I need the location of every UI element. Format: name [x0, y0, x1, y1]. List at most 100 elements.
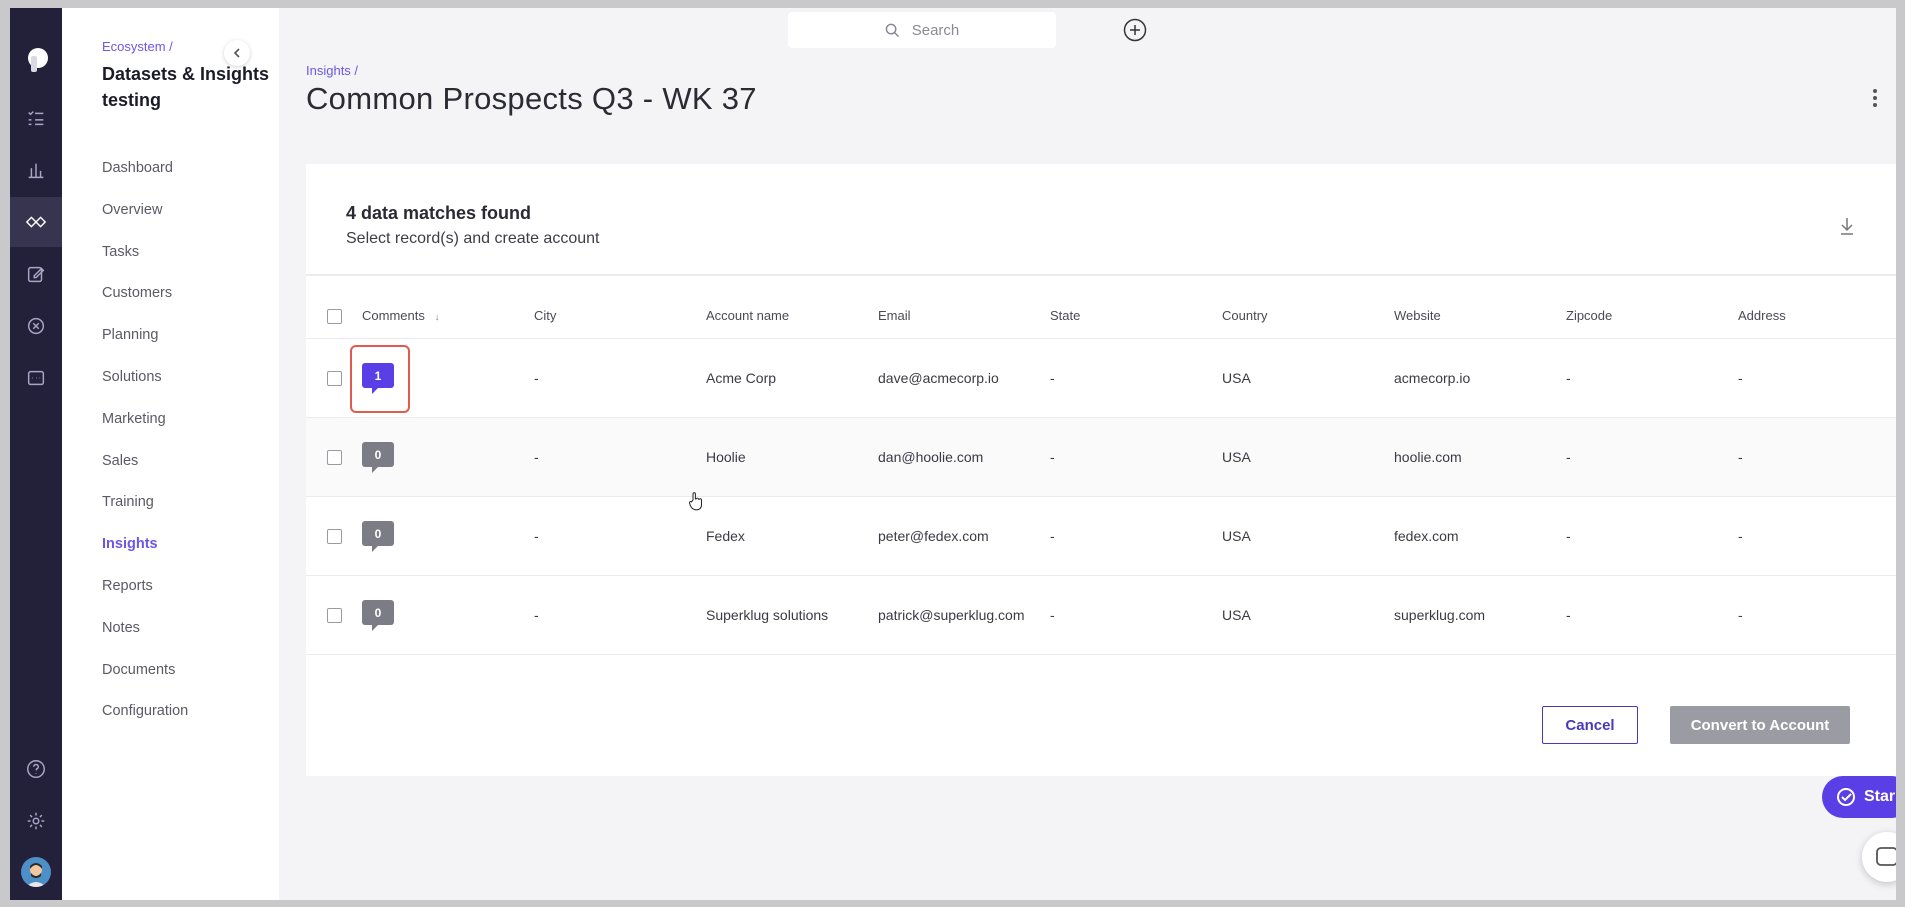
- cell-country: USA: [1222, 370, 1251, 386]
- add-icon[interactable]: [1123, 18, 1147, 42]
- start-label: Star: [1864, 788, 1896, 805]
- cell-website: hoolie.com: [1394, 449, 1462, 465]
- cell-email: dave@acmecorp.io: [878, 370, 999, 386]
- table-header: Comments ↓ City Account name Email State…: [306, 292, 1896, 339]
- avatar[interactable]: [21, 857, 51, 887]
- cell-account-name: Hoolie: [706, 449, 746, 465]
- column-header-city[interactable]: City: [534, 308, 556, 323]
- table-row[interactable]: 0 - Fedex peter@fedex.com - USA fedex.co…: [306, 497, 1896, 576]
- sidebar-item-tasks[interactable]: Tasks: [102, 242, 188, 284]
- row-checkbox[interactable]: [327, 529, 342, 544]
- cell-zipcode: -: [1566, 370, 1571, 386]
- cell-state: -: [1050, 449, 1055, 465]
- sidebar-item-reports[interactable]: Reports: [102, 576, 188, 618]
- column-header-zipcode[interactable]: Zipcode: [1566, 308, 1612, 323]
- check-circle-icon: [1837, 788, 1855, 806]
- chevron-left-icon: [233, 48, 240, 58]
- column-header-country[interactable]: Country: [1222, 308, 1268, 323]
- comments-button[interactable]: 0: [362, 442, 394, 473]
- app-window: Ecosystem / Datasets & Insights testing …: [10, 8, 1896, 900]
- card-header: 4 data matches found Select record(s) an…: [306, 164, 1896, 276]
- cell-account-name: Superklug solutions: [706, 607, 829, 623]
- comment-count-badge: 0: [362, 521, 394, 552]
- cell-address: -: [1738, 449, 1743, 465]
- chat-launcher-button[interactable]: [1862, 832, 1896, 882]
- sidebar-item-overview[interactable]: Overview: [102, 200, 188, 242]
- cell-city: -: [534, 607, 539, 623]
- cell-email: peter@fedex.com: [878, 528, 989, 544]
- download-icon[interactable]: [1838, 216, 1856, 236]
- nav-breadcrumb[interactable]: Ecosystem /: [102, 39, 173, 54]
- cell-website: acmecorp.io: [1394, 370, 1471, 386]
- ecosystem-icon[interactable]: [10, 197, 62, 247]
- select-all-checkbox[interactable]: [327, 309, 342, 324]
- column-header-email[interactable]: Email: [878, 308, 911, 323]
- tasks-list-icon[interactable]: [10, 93, 62, 143]
- sidebar-item-notes[interactable]: Notes: [102, 618, 188, 660]
- sidebar-item-marketing[interactable]: Marketing: [102, 409, 188, 451]
- matches-table: Comments ↓ City Account name Email State…: [306, 292, 1896, 655]
- cell-state: -: [1050, 607, 1055, 623]
- search-placeholder: Search: [911, 21, 960, 39]
- collapse-sidebar-button[interactable]: [224, 40, 250, 66]
- convert-to-account-button[interactable]: Convert to Account: [1670, 706, 1850, 744]
- sidebar-item-planning[interactable]: Planning: [102, 325, 188, 367]
- column-header-address[interactable]: Address: [1738, 308, 1786, 323]
- cancel-button[interactable]: Cancel: [1542, 706, 1638, 744]
- page-breadcrumb[interactable]: Insights /: [306, 63, 358, 78]
- cell-country: USA: [1222, 449, 1251, 465]
- cell-country: USA: [1222, 528, 1251, 544]
- table-row[interactable]: 0 - Hoolie dan@hoolie.com - USA hoolie.c…: [306, 418, 1896, 497]
- comment-count-badge: 0: [362, 600, 394, 631]
- comment-count-badge: 1: [362, 363, 394, 394]
- side-nav: Ecosystem / Datasets & Insights testing …: [62, 8, 279, 900]
- cell-email: patrick@superklug.com: [878, 607, 1025, 623]
- table-row[interactable]: 1 - Acme Corp dave@acmecorp.io - USA acm…: [306, 339, 1896, 418]
- table-row[interactable]: 0 - Superklug solutions patrick@superklu…: [306, 576, 1896, 655]
- sidebar-item-solutions[interactable]: Solutions: [102, 367, 188, 409]
- row-checkbox[interactable]: [327, 608, 342, 623]
- column-header-website[interactable]: Website: [1394, 308, 1441, 323]
- chart-icon[interactable]: [10, 145, 62, 195]
- sidebar-item-configuration[interactable]: Configuration: [102, 701, 188, 743]
- cell-state: -: [1050, 528, 1055, 544]
- page-title: Common Prospects Q3 - WK 37: [306, 81, 757, 116]
- chat-icon: [1876, 847, 1896, 866]
- sidebar-item-training[interactable]: Training: [102, 492, 188, 534]
- cell-zipcode: -: [1566, 528, 1571, 544]
- comments-button[interactable]: 0: [362, 600, 394, 631]
- column-header-account-name[interactable]: Account name: [706, 308, 789, 323]
- dashboard-icon[interactable]: [10, 353, 62, 403]
- sidebar-item-documents[interactable]: Documents: [102, 660, 188, 702]
- sidebar-item-sales[interactable]: Sales: [102, 451, 188, 493]
- hand-cursor-icon: [689, 492, 702, 511]
- cell-website: fedex.com: [1394, 528, 1459, 544]
- nav-list: Dashboard Overview Tasks Customers Plann…: [102, 158, 188, 743]
- comments-button[interactable]: 1: [362, 363, 394, 394]
- more-options-icon[interactable]: [1872, 88, 1878, 108]
- start-checklist-button[interactable]: Star: [1822, 776, 1896, 818]
- column-header-comments[interactable]: Comments ↓: [362, 308, 439, 323]
- icon-rail: [10, 8, 62, 900]
- help-icon[interactable]: [10, 744, 62, 794]
- column-header-state[interactable]: State: [1050, 308, 1080, 323]
- row-checkbox[interactable]: [327, 450, 342, 465]
- comments-button[interactable]: 0: [362, 521, 394, 552]
- logo-icon[interactable]: [22, 46, 50, 74]
- matches-heading: 4 data matches found: [346, 203, 532, 223]
- edit-icon[interactable]: [10, 249, 62, 299]
- sidebar-item-customers[interactable]: Customers: [102, 283, 188, 325]
- cell-account-name: Fedex: [706, 528, 745, 544]
- cell-email: dan@hoolie.com: [878, 449, 984, 465]
- settings-icon[interactable]: [10, 796, 62, 846]
- cell-website: superklug.com: [1394, 607, 1486, 623]
- cell-country: USA: [1222, 607, 1251, 623]
- row-checkbox[interactable]: [327, 371, 342, 386]
- sidebar-item-dashboard[interactable]: Dashboard: [102, 158, 188, 200]
- sidebar-item-insights[interactable]: Insights: [102, 534, 188, 576]
- cell-address: -: [1738, 607, 1743, 623]
- close-circle-icon[interactable]: [10, 301, 62, 351]
- cell-address: -: [1738, 370, 1743, 386]
- comment-count-badge: 0: [362, 442, 394, 473]
- search-input[interactable]: Search: [788, 12, 1056, 48]
